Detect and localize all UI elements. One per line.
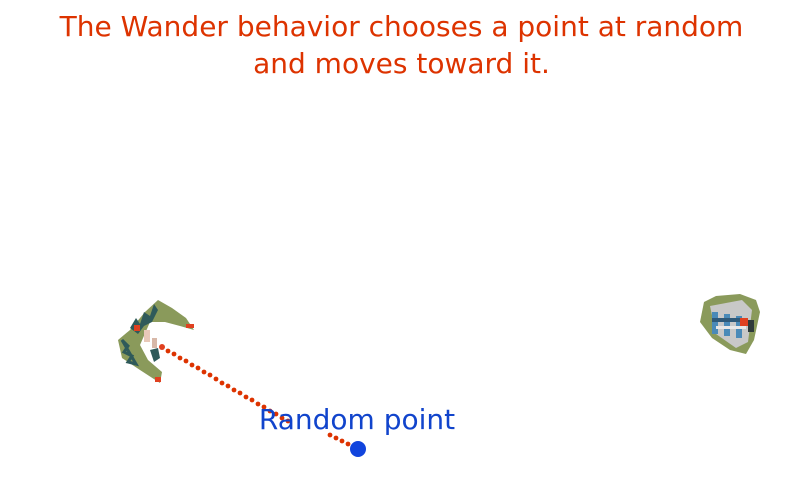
wander-scene: Random point bbox=[118, 294, 760, 457]
wanderer-ship-icon bbox=[118, 300, 194, 383]
random-point-marker bbox=[350, 441, 366, 457]
random-point-label: Random point bbox=[259, 403, 455, 436]
other-ship-icon bbox=[700, 294, 760, 354]
